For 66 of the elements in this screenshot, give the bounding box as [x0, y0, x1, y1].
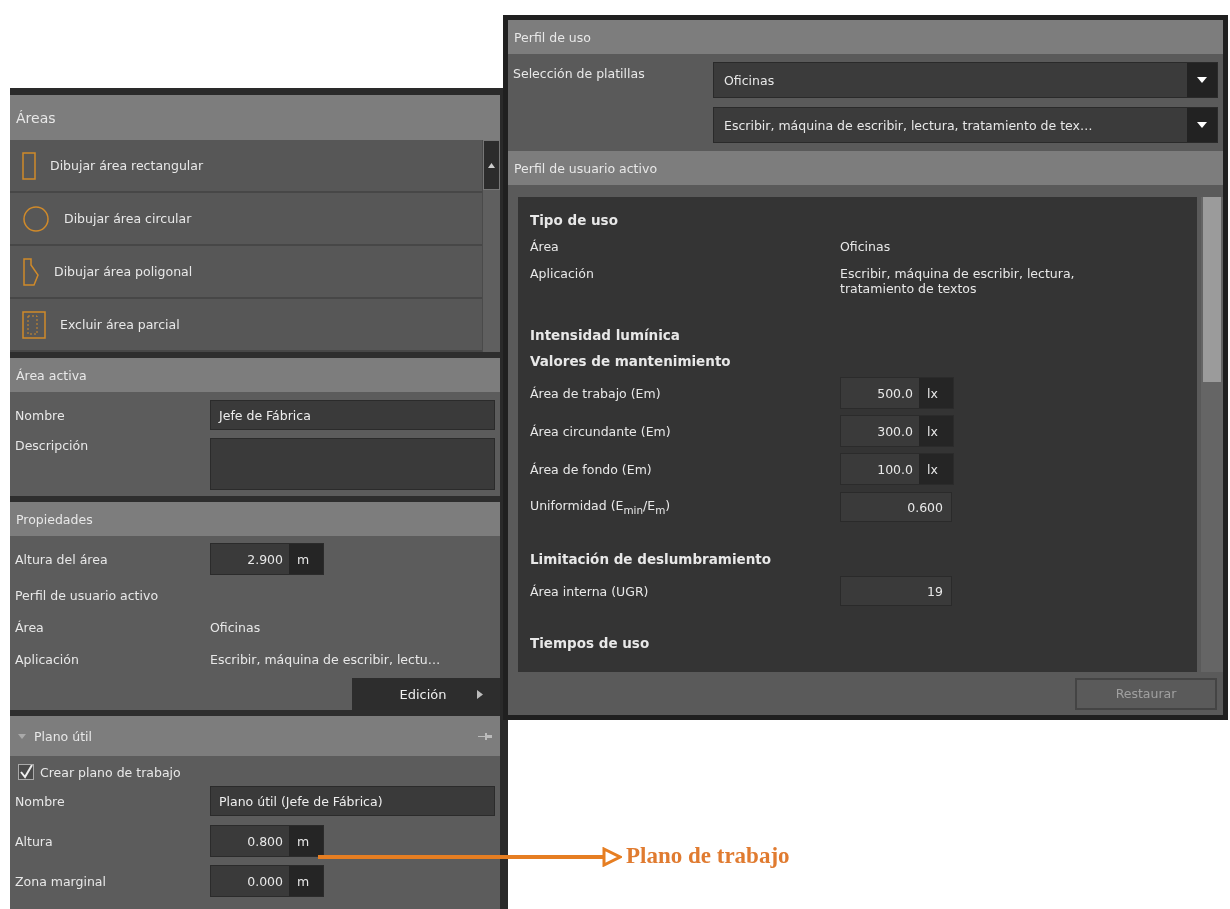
section-heading: Intensidad lumínica — [530, 326, 681, 345]
field-label: Área interna (UGR) — [530, 583, 650, 599]
field-label: Área — [530, 239, 560, 254]
field-label: Altura — [15, 833, 54, 849]
input-field[interactable]: Plano útil (Jefe de Fábrica) — [210, 786, 495, 816]
field-label: Descripción — [15, 438, 90, 453]
dropdown[interactable]: Escribir, máquina de escribir, lectura, tratamiento de tex… — [713, 107, 1218, 143]
check-icon — [19, 765, 33, 779]
field-value: Escribir, máquina de escribir, lectu… — [210, 651, 441, 667]
profile-label: Perfil de usuario activo — [15, 587, 159, 603]
number-field[interactable]: 2.900 m — [210, 543, 324, 575]
scrollbar[interactable] — [482, 140, 500, 352]
number-field[interactable]: 19 — [840, 576, 952, 606]
field-label: Uniformidad (E$_{min}$/E$_{m}$) — [530, 498, 672, 516]
number-field[interactable]: 0.600 — [840, 492, 952, 522]
play-icon — [476, 689, 483, 699]
annotation-label: Plano de trabajo — [626, 843, 790, 869]
section-header[interactable]: Plano útil — [10, 716, 500, 756]
field-label: Nombre — [15, 793, 66, 809]
panel-header: Áreas — [10, 95, 500, 140]
number-field[interactable]: 0.000 m — [210, 865, 324, 897]
circle-icon — [22, 204, 50, 233]
polygon-icon — [22, 256, 40, 287]
rectangle-icon — [22, 151, 36, 180]
number-field[interactable]: 0.800 m — [210, 825, 324, 857]
section-heading: Valores de mantenimiento — [530, 352, 732, 371]
tool-item[interactable]: Dibujar área poligonal — [10, 246, 482, 299]
tool-item[interactable]: Dibujar área rectangular — [10, 140, 482, 193]
section-header: Área activa — [10, 358, 500, 392]
caret-icon[interactable] — [1197, 77, 1207, 83]
exclude-area-icon — [22, 310, 46, 339]
section-heading: Tiempos de uso — [530, 634, 651, 653]
description-field[interactable] — [210, 438, 495, 490]
section-header: Propiedades — [10, 502, 500, 536]
scroll-up-icon[interactable] — [488, 162, 495, 168]
expanded-triangle-icon[interactable] — [18, 733, 26, 739]
panel-header: Perfil de uso — [508, 20, 1223, 54]
number-field[interactable]: 300.0 lx — [840, 415, 954, 447]
checkbox[interactable] — [18, 764, 34, 780]
section-heading: Limitación de deslumbramiento — [530, 550, 772, 569]
section-header: Perfil de usuario activo — [508, 151, 1223, 185]
field-label: Selección de platillas — [513, 65, 646, 81]
input-field[interactable]: Jefe de Fábrica — [210, 400, 495, 430]
number-field[interactable]: 500.0 lx — [840, 377, 954, 409]
number-field[interactable]: 100.0 lx — [840, 453, 954, 485]
field-label: Área de fondo (Em) — [530, 461, 653, 477]
field-label: Zona marginal — [15, 873, 107, 889]
scrollbar[interactable] — [1201, 197, 1223, 672]
dropdown[interactable]: Oficinas — [713, 62, 1218, 98]
field-label: Nombre — [15, 407, 66, 423]
tool-item[interactable]: Dibujar área circular — [10, 193, 482, 246]
pin-icon[interactable] — [478, 732, 492, 740]
field-label: Área circundante (Em) — [530, 423, 672, 439]
field-value: Oficinas — [210, 619, 261, 635]
field-label: Área de trabajo (Em) — [530, 385, 662, 401]
field-value: Oficinas — [840, 239, 892, 254]
field-label: Altura del área — [15, 551, 109, 567]
field-value: Escribir, máquina de escribir, lectura, tratamiento de textos — [840, 266, 1076, 296]
tool-item[interactable]: Excluir área parcial — [10, 299, 482, 352]
field-label: Aplicación — [15, 651, 80, 667]
edit-button[interactable]: Edición — [352, 678, 500, 710]
checkbox-label: Crear plano de trabajo — [40, 764, 181, 780]
field-label: Aplicación — [530, 266, 595, 283]
section-heading: Tipo de uso — [530, 211, 619, 230]
field-label: Área — [15, 619, 45, 635]
caret-icon[interactable] — [1197, 122, 1207, 128]
